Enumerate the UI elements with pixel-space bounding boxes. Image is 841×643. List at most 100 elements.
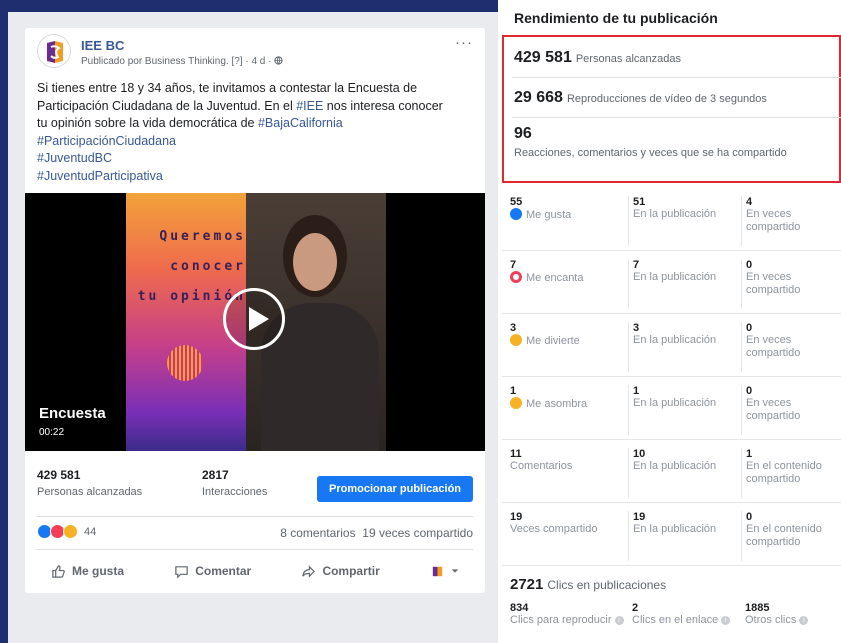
reaction-count[interactable]: 44 [84,526,96,538]
on-post-value: 51 [633,196,646,208]
breakdown-row: 55 Me gusta 51 En la publicación 4 En ve… [502,188,841,251]
panel-title: Rendimiento de tu publicación [514,10,718,26]
other-clicks-label: Otros clics [745,614,797,626]
wow-reaction-icon [510,397,522,409]
thumbs-up-icon [52,564,65,578]
other-clicks: 1885 Otros clics i [745,602,809,626]
promote-post-button[interactable]: Promocionar publicación [317,476,473,502]
post-text-fragment: Participación Ciudadana de la Juventud. … [37,98,297,113]
engagement-metric: 96 [514,125,532,143]
engagement-value: 96 [514,125,532,142]
clicks-to-play-value: 834 [510,602,529,614]
page-name[interactable]: IEE BC [81,38,124,53]
divider [37,549,473,550]
like-reaction-icon [510,208,522,220]
breakdown-on-post: 19 En la publicación [628,511,740,561]
breakdown-label: Me encanta [526,272,584,284]
interactions-value: 2817 [202,468,229,482]
clicks-to-play: 834 Clics para reproducir i [510,602,624,626]
more-options-button[interactable]: ··· [455,34,473,51]
breakdown-total-value: 1 [510,385,517,397]
on-post-value: 7 [633,259,640,271]
breakdown-total: 19 Veces compartido [510,511,622,536]
comment-button[interactable]: Comentar [160,564,265,579]
shared-label: En veces compartido [746,271,801,296]
other-clicks-value: 1885 [745,602,770,614]
breakdown-total: 55 Me gusta [510,196,622,222]
share-button-label: Compartir [322,564,380,578]
link-clicks-value: 2 [632,602,639,614]
comments-count-link[interactable]: 8 comentarios [280,526,355,540]
breakdown-total: 7 Me encanta [510,259,622,285]
like-button-label: Me gusta [72,564,125,578]
hashtag-link[interactable]: #BajaCalifornia [258,116,343,130]
breakdown-row: 3 Me divierte 3 En la publicación 0 En v… [502,314,841,377]
breakdown-total-value: 19 [510,511,523,523]
breakdown-on-post: 51 En la publicación [628,196,740,246]
breakdown-on-post: 10 En la publicación [628,448,740,498]
people-reached-label: Personas alcanzadas [575,53,682,65]
divider [512,77,841,78]
on-post-label: En la publicación [633,271,717,283]
post-text-line: Participación Ciudadana de la Juventud. … [37,98,473,116]
post-card: IEE BC Publicado por Business Thinking. … [25,28,485,593]
info-icon[interactable]: i [614,616,624,625]
breakdown-label: Me gusta [526,209,572,221]
shared-label: En el contenido compartido [746,523,822,548]
play-icon[interactable] [223,288,285,350]
on-post-label: En la publicación [633,334,717,346]
post-header: IEE BC Publicado por Business Thinking. … [37,34,473,74]
reaction-icons[interactable]: 44 [37,524,96,539]
hashtag-link[interactable]: #IEE [296,99,323,113]
video-views-value: 29 668 [514,89,563,106]
hashtag-link[interactable]: #JuventudParticipativa [37,168,473,186]
post-actions: Me gusta Comentar Compartir [37,560,473,582]
breakdown-on-post: 1 En la publicación [628,385,740,435]
breakdown-total-value: 55 [510,196,523,208]
comment-button-label: Comentar [195,564,252,578]
post-clicks-section: 2721 Clics en publicaciones 834 Clics par… [502,566,841,643]
on-post-value: 19 [633,511,646,523]
breakdown-label: Comentarios [510,460,573,472]
breakdown-row: 7 Me encanta 7 En la publicación 0 En ve… [502,251,841,314]
info-icon[interactable]: i [721,616,731,625]
on-post-value: 10 [633,448,646,460]
page-selector-button[interactable] [416,564,473,579]
breakdown-total-value: 7 [510,259,517,271]
shared-value: 0 [746,259,753,271]
breakdown-total: 3 Me divierte [510,322,622,348]
on-post-label: En la publicación [633,397,717,409]
globe-icon [274,56,283,67]
post-text: Si tienes entre 18 y 34 años, te invitam… [37,80,473,185]
video-duration: 00:22 [39,427,65,438]
shared-value: 0 [746,322,753,334]
post-performance-panel: Rendimiento de tu publicación 429 581 Per… [498,0,841,643]
like-button[interactable]: Me gusta [37,564,138,579]
video-views-metric: 29 668 Reproducciones de vídeo de 3 segun… [514,89,767,107]
video-views-label: Reproducciones de vídeo de 3 segundos [566,93,767,105]
clicks-to-play-label: Clics para reproducir [510,614,612,626]
interactions-label: Interacciones [202,486,268,498]
post-clicks-metric: 2721 Clics en publicaciones [510,576,666,594]
comments-shares-summary: 8 comentarios 19 veces compartido [280,526,473,540]
breakdown-shared: 0 En veces compartido [741,322,841,372]
page-avatar[interactable] [37,34,71,68]
video-player[interactable]: Queremos conocer tu opinión Encuesta 00:… [25,193,485,451]
post-text-line: Si tienes entre 18 y 34 años, te invitam… [37,81,418,95]
hashtag-link[interactable]: #JuventudBC [37,150,473,168]
breakdown-label: Veces compartido [510,523,598,535]
share-button[interactable]: Compartir [287,564,393,579]
love-reaction-icon [510,271,522,283]
engagement-label: Reacciones, comentarios y veces que se h… [514,147,787,159]
reactions-summary: 44 8 comentarios 19 veces compartido [37,524,473,542]
info-icon[interactable]: i [799,616,809,625]
hashtag-link[interactable]: #ParticipaciónCiudadana [37,133,473,151]
breakdown-shared: 1 En el contenido compartido [741,448,841,498]
haha-reaction-icon [510,334,522,346]
divider [37,516,473,517]
reach-value: 429 581 [37,468,81,482]
on-post-label: En la publicación [633,460,717,472]
people-reached-value: 429 581 [514,49,572,66]
interactions-stat: 2817 Interacciones [202,468,267,498]
shares-count-link[interactable]: 19 veces compartido [362,526,473,540]
